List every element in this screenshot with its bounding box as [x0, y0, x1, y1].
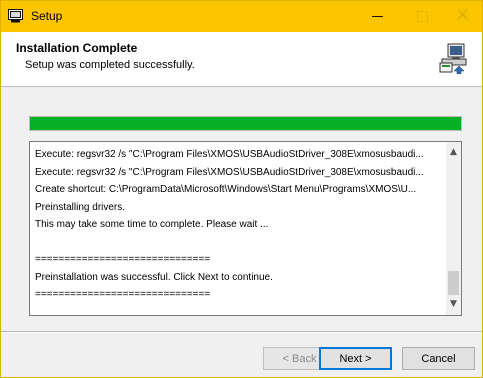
- header-title: Installation Complete: [16, 41, 138, 55]
- close-button[interactable]: ✕: [442, 1, 482, 32]
- minimize-button[interactable]: [357, 1, 397, 32]
- scroll-thumb[interactable]: [448, 271, 459, 295]
- log-line: Preinstalling drivers.: [35, 201, 126, 213]
- log-line: This may take some time to complete. Ple…: [35, 219, 269, 230]
- progress-bar: [29, 116, 462, 131]
- header-subtitle: Setup was completed successfully.: [25, 59, 195, 71]
- log-line: Preinstallation was successful. Click Ne…: [35, 271, 273, 283]
- window-title: Setup: [31, 9, 63, 23]
- log-line: ==============================: [35, 254, 211, 265]
- log-line: ==============================: [35, 289, 211, 300]
- footer-divider: [1, 331, 482, 333]
- log-lines: Execute: regsvr32 /s "C:\Program Files\X…: [35, 146, 443, 304]
- close-icon: ✕: [455, 5, 471, 26]
- log-line: Create shortcut: C:\ProgramData\Microsof…: [35, 184, 417, 195]
- install-log[interactable]: Execute: regsvr32 /s "C:\Program Files\X…: [29, 141, 462, 316]
- log-line: Execute: regsvr32 /s "C:\Program Files\X…: [35, 166, 424, 178]
- log-line: Execute: regsvr32 /s "C:\Program Files\X…: [35, 149, 424, 160]
- cancel-button[interactable]: Cancel: [402, 347, 475, 370]
- maximize-button[interactable]: [402, 1, 442, 32]
- scroll-down-icon[interactable]: ▼: [446, 297, 461, 312]
- scroll-up-icon[interactable]: ▲: [446, 145, 461, 160]
- vertical-scrollbar[interactable]: ▲ ▼: [446, 142, 461, 315]
- minimize-icon: [372, 16, 383, 17]
- maximize-icon: [417, 11, 428, 22]
- title-bar[interactable]: Setup ✕: [1, 1, 482, 32]
- next-button[interactable]: Next >: [319, 347, 392, 370]
- wizard-header: Installation Complete Setup was complete…: [1, 32, 482, 87]
- setup-window: Setup ✕ Installation Complete Setup was …: [0, 0, 483, 378]
- installer-computer-icon: [439, 43, 467, 74]
- progress-fill: [30, 117, 461, 130]
- setup-app-icon: [8, 9, 23, 23]
